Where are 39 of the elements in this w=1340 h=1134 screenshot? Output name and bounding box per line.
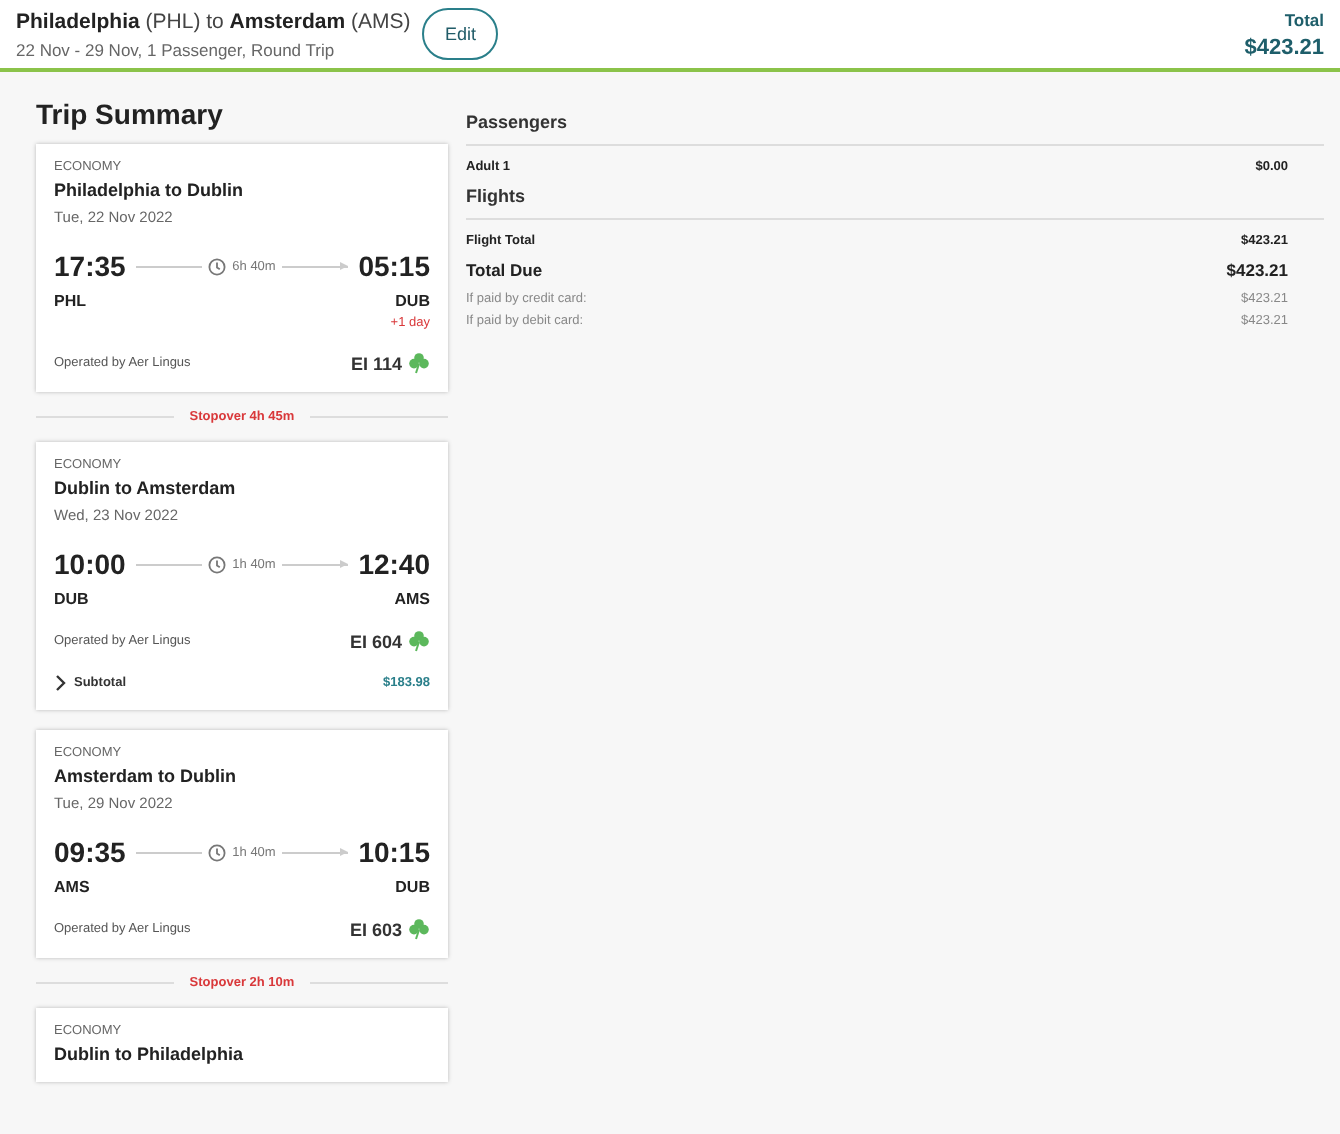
airport-code: AMS <box>394 590 430 608</box>
total-amount: $423.21 <box>1244 35 1324 59</box>
route-title: Amsterdam to Dublin <box>54 766 239 786</box>
edit-button[interactable]: Edit <box>422 8 499 60</box>
arrival-time: 05:15 <box>358 250 430 282</box>
trip-title: Philadelphia (PHL) to Amsterdam (AMS) <box>16 9 411 33</box>
trip-details: 22 Nov - 29 Nov, 1 Passenger, Round Trip <box>16 39 337 59</box>
clock-icon <box>208 555 227 573</box>
arrival-time: 12:40 <box>358 548 430 580</box>
price-label: Total Due <box>466 260 543 280</box>
airport-code: PHL <box>54 292 86 310</box>
departure-time: 17:35 <box>54 250 126 282</box>
departure-time: 09:35 <box>54 836 126 868</box>
total-label: Total <box>1282 9 1324 29</box>
arrival-time: 10:15 <box>358 836 430 868</box>
route-title: Dublin to Amsterdam <box>54 478 238 498</box>
flight-number: EI 603 <box>349 919 402 939</box>
airport-code: AMS <box>54 878 90 896</box>
airport-code: DUB <box>395 878 430 896</box>
arrow-line <box>281 563 349 565</box>
airport-code: DUB <box>54 590 89 608</box>
route-title: Dublin to Philadelphia <box>54 1044 245 1064</box>
airport-code: DUB <box>395 292 430 310</box>
arrow-line <box>281 265 349 267</box>
shamrock-icon <box>408 352 430 374</box>
shamrock-icon <box>408 630 430 652</box>
flight-number: EI 604 <box>349 631 402 651</box>
clock-icon <box>208 257 227 275</box>
clock-icon <box>208 843 227 861</box>
section-title: Flights <box>466 186 1324 220</box>
departure-time: 10:00 <box>54 548 126 580</box>
shamrock-icon <box>408 918 430 940</box>
section-title: Trip Summary <box>36 98 225 130</box>
route-title: Philadelphia to Dublin <box>54 180 245 200</box>
arrow-line <box>281 851 349 853</box>
section-title: Passengers <box>466 112 1324 146</box>
chevron-icon <box>54 674 66 692</box>
flight-number: EI 114 <box>350 353 402 373</box>
price-amount: $423.21 <box>1226 260 1288 280</box>
